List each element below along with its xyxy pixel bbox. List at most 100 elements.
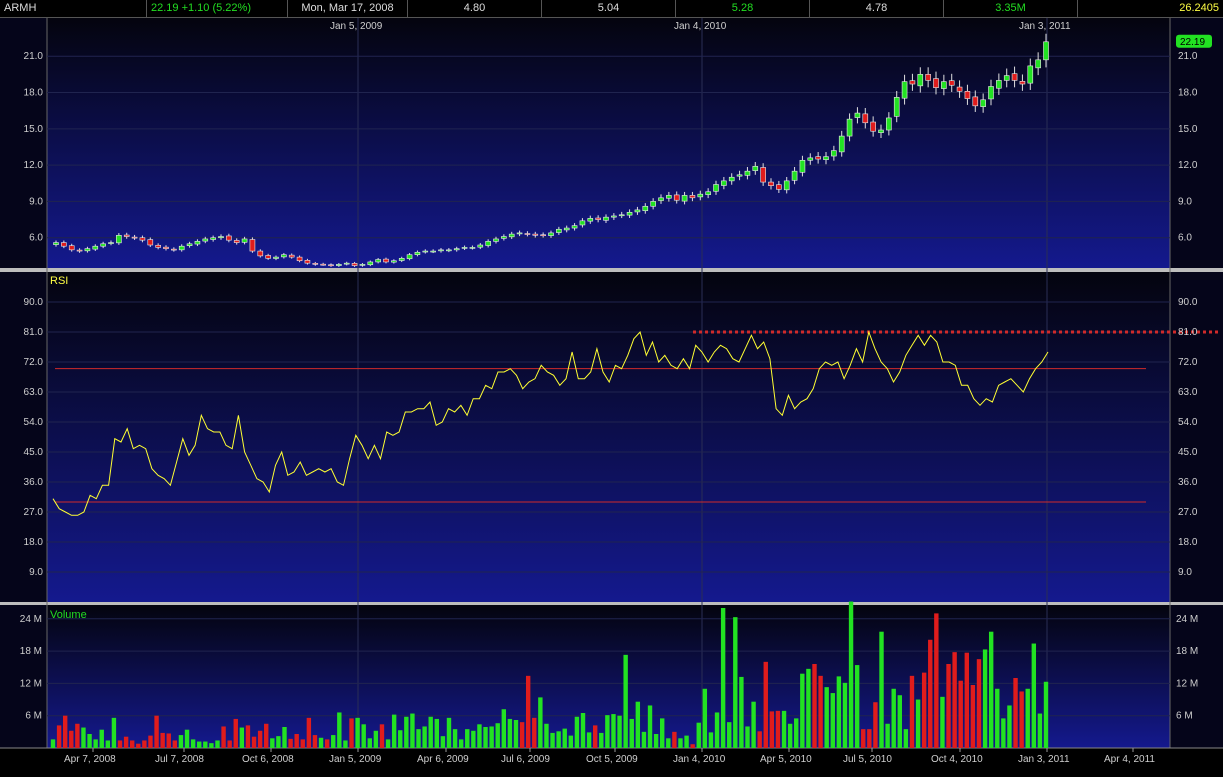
candle-body (68, 245, 75, 251)
volume-bar (678, 738, 683, 748)
volume-bar (684, 735, 689, 748)
candle-body (752, 166, 759, 171)
volume-bar (404, 716, 409, 748)
candle-body (233, 240, 240, 243)
price-panel (47, 18, 1170, 268)
volume-bar (172, 740, 178, 748)
volume-bar (525, 675, 531, 748)
candle-body (430, 250, 436, 253)
candle-body (736, 174, 743, 177)
rsi-axis-label-left: 27.0 (24, 507, 44, 518)
volume-bar (1043, 681, 1049, 748)
volume-bar (879, 631, 884, 748)
candle-body (485, 241, 491, 246)
candle-body (956, 86, 963, 92)
volume-bar (123, 736, 129, 748)
volume-bar (538, 697, 543, 748)
rsi-panel-right-axis (1170, 272, 1223, 602)
volume-axis-label-left: 12 M (20, 678, 42, 689)
candle-body (406, 254, 413, 260)
volume-bar (355, 717, 360, 748)
candle-body (721, 180, 727, 186)
volume-bar (324, 739, 330, 748)
volume-bar (245, 725, 251, 748)
volume-bar (842, 682, 848, 748)
volume-axis-label-left: 6 M (25, 711, 42, 722)
candle-body (595, 217, 601, 220)
volume-axis-label-right: 18 M (1176, 646, 1198, 657)
volume-bar (343, 740, 348, 748)
stock-chart[interactable]: Apr 7, 2008 Jul 7, 2008 Oct 6, 2008 Jan 5, … (0, 18, 1223, 777)
volume-bar (861, 729, 866, 748)
candle-body (257, 250, 264, 257)
volume-bar (995, 688, 1000, 748)
volume-bar (909, 675, 915, 748)
volume-bar (891, 688, 896, 748)
volume-bar (623, 654, 628, 748)
volume-bar (446, 717, 452, 748)
volume-bar (410, 713, 415, 748)
volume-bar (666, 738, 671, 748)
candle-body (728, 176, 735, 182)
volume-bar (1007, 705, 1012, 748)
volume-bar (361, 724, 366, 748)
rsi-axis-label-left: 36.0 (24, 477, 44, 488)
volume-bar (934, 613, 939, 748)
candle-body (265, 255, 271, 259)
candle-body (171, 248, 177, 251)
symbol-cell[interactable]: ARMH (0, 0, 147, 17)
volume-bar (647, 705, 653, 748)
candle-body (524, 233, 531, 235)
candle-body (391, 260, 397, 263)
rsi-axis-label-left: 9.0 (29, 567, 43, 578)
candle-body (901, 81, 908, 99)
candle-body (587, 218, 594, 222)
candle-body (304, 260, 311, 264)
volume-bar (209, 743, 214, 748)
rsi-axis-label-left: 90.0 (24, 297, 44, 308)
volume-bar (897, 695, 902, 748)
volume-bar (495, 723, 500, 748)
volume-bar (702, 688, 708, 748)
volume-bar (233, 718, 238, 748)
rsi-axis-label-right: 72.0 (1178, 357, 1198, 368)
candle-body (320, 263, 326, 266)
candle-body (760, 167, 766, 183)
volume-bar (787, 723, 793, 748)
volume-bar (50, 739, 56, 748)
candle-body (689, 195, 696, 199)
candle-body (540, 234, 546, 237)
volume-bar (288, 738, 293, 748)
volume-bar (928, 639, 933, 748)
volume-bar (885, 723, 890, 748)
x-axis-label: Apr 6, 2009 (417, 754, 469, 765)
candle-body (446, 249, 452, 252)
volume-bar (574, 716, 580, 748)
candle-body (53, 242, 59, 245)
rsi-axis-label-left: 81.0 (24, 327, 44, 338)
candle-body (776, 184, 782, 190)
candle-body (933, 78, 939, 88)
candle-body (398, 258, 405, 261)
volume-bar (769, 711, 775, 748)
price-axis-label-right: 12.0 (1178, 160, 1198, 171)
volume-bar (69, 730, 74, 748)
volume-bar (976, 659, 982, 748)
volume-bar (794, 718, 799, 748)
candle-body (681, 195, 688, 202)
volume-axis-label-right: 24 M (1176, 614, 1198, 625)
candle-body (155, 244, 161, 248)
candle-body (626, 212, 633, 216)
volume-bar (812, 664, 817, 748)
candle-body (634, 209, 641, 213)
volume-bar (592, 725, 598, 748)
candle-body (878, 129, 884, 133)
candle-body (241, 238, 248, 243)
candle-body (611, 215, 617, 218)
volume-bar (349, 718, 354, 748)
volume-bar (775, 710, 781, 748)
candle-body (909, 80, 916, 85)
volume-bar (75, 723, 80, 748)
volume-bar (62, 715, 68, 748)
candle-body (870, 121, 876, 132)
